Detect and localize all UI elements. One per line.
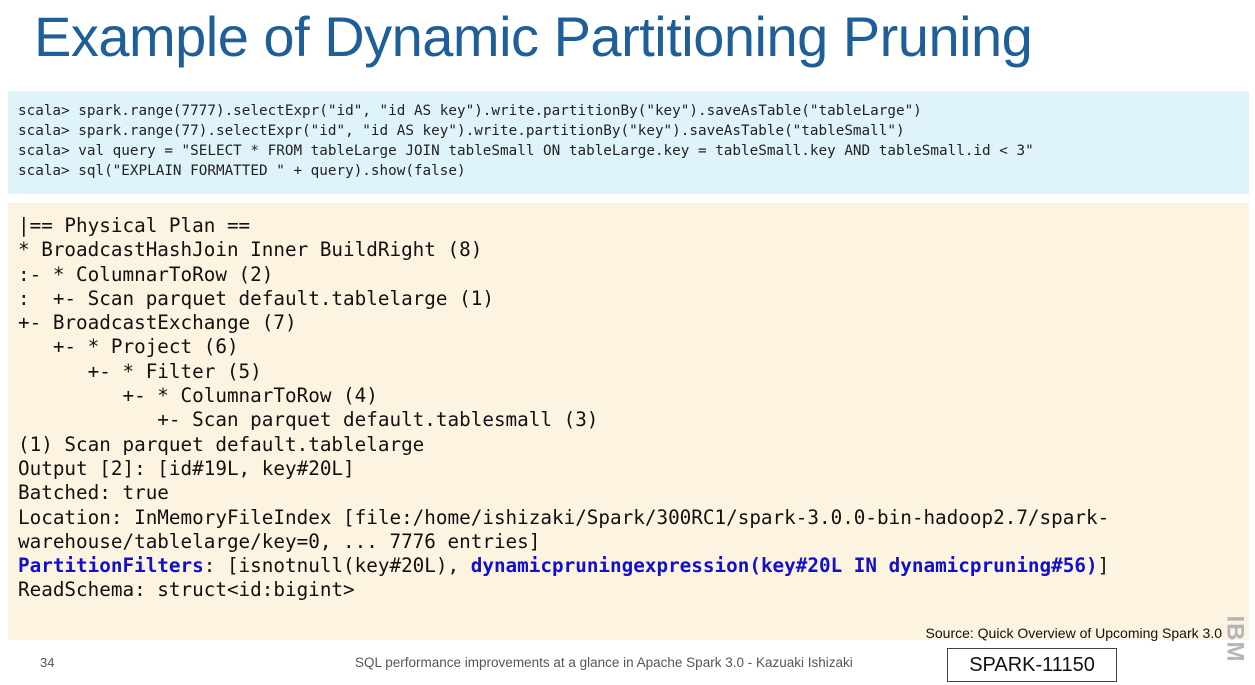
plan-line: +- * Filter (5) (18, 359, 262, 383)
plan-line: +- BroadcastExchange (7) (18, 311, 297, 335)
slide-number: 34 (40, 655, 55, 670)
source-note: Source: Quick Overview of Upcoming Spark… (925, 625, 1222, 641)
partition-filters-mid: : [isnotnull(key#20L), (203, 554, 471, 578)
plan-line: : +- Scan parquet default.tablelarge (1) (18, 286, 494, 310)
partition-filters-line: PartitionFilters: [isnotnull(key#20L), d… (18, 554, 1249, 578)
plan-line: * BroadcastHashJoin Inner BuildRight (8) (18, 238, 483, 262)
jira-issue-label: SPARK-11150 (947, 648, 1117, 682)
plan-line: Output [2]: [id#19L, key#20L] (18, 456, 355, 480)
plan-line: +- Scan parquet default.tablesmall (3) (18, 408, 599, 432)
code-line: scala> spark.range(77).selectExpr("id", … (18, 123, 905, 139)
plan-line: Batched: true (18, 481, 169, 505)
plan-line: warehouse/tablelarge/key=0, ... 7776 ent… (18, 529, 541, 553)
ibm-logo-text: IBM (1222, 616, 1249, 663)
plan-line: +- * Project (6) (18, 335, 239, 359)
code-line: scala> spark.range(7777).selectExpr("id"… (18, 103, 922, 119)
plan-line: :- * ColumnarToRow (2) (18, 262, 274, 286)
plan-line: (1) Scan parquet default.tablelarge (18, 432, 425, 456)
code-line: scala> val query = "SELECT * FROM tableL… (18, 143, 1034, 159)
plan-line: Location: InMemoryFileIndex [file:/home/… (18, 505, 1110, 529)
footer-text: SQL performance improvements at a glance… (355, 655, 853, 670)
plan-line: |== Physical Plan == (18, 214, 251, 237)
ibm-logo: IBM (1222, 616, 1249, 663)
physical-plan-output: |== Physical Plan == * BroadcastHashJoin… (8, 203, 1249, 640)
dynamic-pruning-expression: dynamicpruningexpression(key#20L IN dyna… (470, 554, 1098, 578)
scala-code-block: scala> spark.range(7777).selectExpr("id"… (8, 91, 1249, 194)
read-schema-line: ReadSchema: struct<id:bigint> (18, 578, 355, 602)
code-line: scala> sql("EXPLAIN FORMATTED " + query)… (18, 163, 466, 179)
slide-title: Example of Dynamic Partitioning Pruning (34, 5, 1033, 68)
partition-filters-end: ] (1097, 554, 1110, 578)
partition-filters-label: PartitionFilters (18, 554, 204, 578)
plan-line: +- * ColumnarToRow (4) (18, 384, 378, 408)
